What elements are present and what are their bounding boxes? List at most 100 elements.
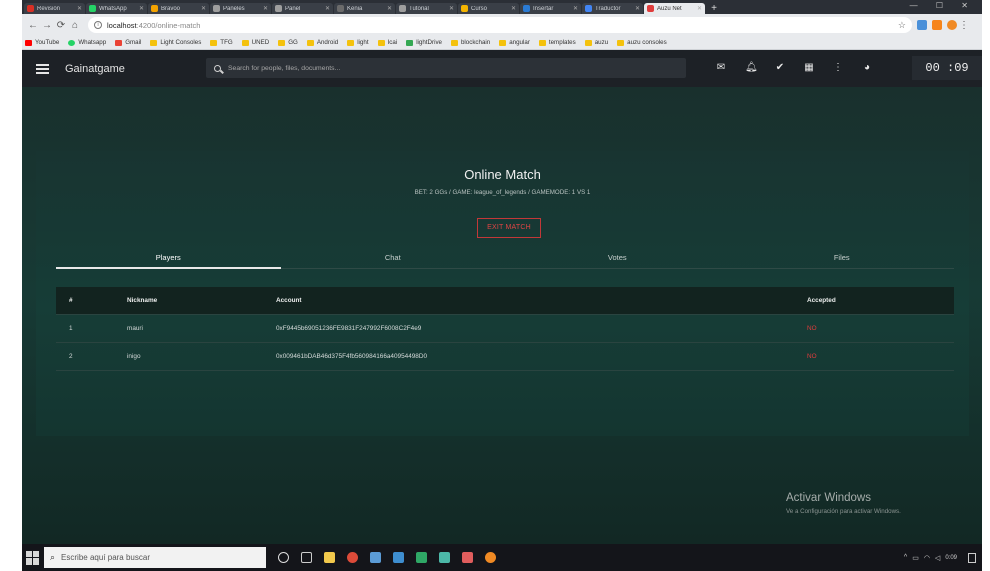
bookmark-folder[interactable]: auzu — [584, 39, 609, 46]
tab-label: WhatsApp — [99, 5, 127, 12]
back-arrow-icon[interactable]: ← — [26, 20, 40, 31]
search-input[interactable] — [228, 64, 648, 72]
browser-tab-active[interactable]: Auzu Net ✕ — [644, 3, 705, 14]
app-icon[interactable] — [416, 552, 427, 563]
bookmark-folder[interactable]: angular — [499, 39, 530, 46]
tab-close-icon[interactable]: ✕ — [77, 5, 82, 12]
tab-chat[interactable]: Chat — [281, 248, 506, 268]
browser-tab[interactable]: Tutorial ✕ — [396, 3, 457, 14]
bookmark-item[interactable]: YouTube — [25, 39, 59, 46]
column-header: Nickname — [127, 297, 158, 304]
bookmark-folder[interactable]: auzu consoles — [617, 39, 667, 46]
app-icon[interactable] — [393, 552, 404, 563]
browser-tab[interactable]: Kenia ✕ — [334, 3, 395, 14]
app-title[interactable]: Gainatgame — [65, 63, 125, 75]
app-icon[interactable] — [439, 552, 450, 563]
bookmark-item[interactable]: Gmail — [115, 39, 141, 46]
main-content: Online Match BET: 2 GGs / GAME: league_o… — [22, 87, 982, 544]
app-icon[interactable] — [370, 552, 381, 563]
firefox-icon[interactable] — [485, 552, 496, 563]
tab-close-icon[interactable]: ✕ — [201, 5, 206, 12]
palette-icon[interactable]: ◕ — [861, 62, 873, 74]
folder-icon — [210, 39, 218, 46]
bookmark-label: templates — [548, 39, 576, 46]
bookmark-label: lightDrive — [416, 39, 442, 46]
profile-avatar-icon[interactable] — [947, 20, 957, 30]
notification-icon[interactable] — [968, 552, 976, 563]
bookmark-folder[interactable]: templates — [538, 39, 576, 46]
volume-icon[interactable]: ◁ — [935, 554, 940, 562]
tab-close-icon[interactable]: ✕ — [449, 5, 454, 12]
grid-icon[interactable]: ▦ — [803, 62, 815, 74]
tab-favicon-icon — [647, 5, 654, 12]
system-clock[interactable]: 0:09 — [945, 554, 957, 562]
browser-tab[interactable]: Revisión ✕ — [24, 3, 85, 14]
tab-close-icon[interactable]: ✕ — [697, 5, 702, 12]
folder-icon — [347, 39, 355, 46]
taskbar-search[interactable]: ⌕ Escribe aquí para buscar — [44, 547, 266, 568]
tab-favicon-icon — [337, 5, 344, 12]
bookmark-folder[interactable]: TFG — [210, 39, 233, 46]
tab-close-icon[interactable]: ✕ — [139, 5, 144, 12]
tab-players[interactable]: Players — [56, 248, 281, 269]
search-bar[interactable] — [206, 58, 686, 78]
bookmark-folder[interactable]: Light Consoles — [150, 39, 201, 46]
app-icon[interactable] — [462, 552, 473, 563]
browser-tab[interactable]: Paneles ✕ — [210, 3, 271, 14]
bookmark-folder[interactable]: GG — [278, 39, 298, 46]
reload-icon[interactable]: ⟳ — [54, 20, 68, 31]
wifi-icon[interactable]: ◠ — [924, 554, 930, 562]
hamburger-menu-icon[interactable] — [36, 63, 49, 74]
tab-close-icon[interactable]: ✕ — [387, 5, 392, 12]
accepted-status: NO — [807, 325, 817, 332]
browser-tab[interactable]: Bravoo ✕ — [148, 3, 209, 14]
folder-icon — [150, 39, 158, 46]
home-icon[interactable]: ⌂ — [68, 20, 82, 31]
bookmark-folder[interactable]: blockchain — [450, 39, 490, 46]
bookmark-folder[interactable]: light — [347, 39, 369, 46]
tab-files[interactable]: Files — [730, 248, 955, 268]
tab-votes[interactable]: Votes — [505, 248, 730, 268]
table-row: 2 inigo 0x009461bDAB46d375F4fb560984166a… — [56, 343, 954, 371]
bookmark-item[interactable]: lightDrive — [406, 39, 442, 46]
mail-icon[interactable]: ✉ — [715, 62, 727, 74]
tab-close-icon[interactable]: ✕ — [573, 5, 578, 12]
chrome-icon[interactable] — [347, 552, 358, 563]
window-controls[interactable]: — ☐ ✕ — [910, 1, 976, 10]
bell-icon[interactable]: 🔔︎ — [745, 62, 758, 74]
site-info-icon[interactable]: i — [94, 21, 102, 29]
file-explorer-icon[interactable] — [324, 552, 335, 563]
task-view-icon[interactable] — [301, 552, 312, 563]
extension-metamask-icon[interactable] — [932, 20, 942, 30]
bookmark-star-icon[interactable]: ☆ — [898, 20, 906, 31]
bookmark-folder[interactable]: UNED — [241, 39, 269, 46]
address-bar[interactable]: i localhost:4200/online-match ☆ — [88, 17, 912, 33]
windows-start-icon[interactable] — [26, 550, 40, 565]
extension-translate-icon[interactable] — [917, 20, 927, 30]
browser-tab[interactable]: WhatsApp ✕ — [86, 3, 147, 14]
browser-menu-icon[interactable]: ⋮ — [957, 20, 971, 31]
exit-match-button[interactable]: EXIT MATCH — [477, 218, 541, 238]
browser-tab[interactable]: Curso ✕ — [458, 3, 519, 14]
forward-arrow-icon[interactable]: → — [40, 20, 54, 31]
bookmark-folder[interactable]: Android — [306, 39, 338, 46]
bookmark-label: auzu — [594, 39, 609, 46]
youtube-icon — [25, 39, 32, 46]
network-icon[interactable]: ▭ — [912, 554, 919, 562]
browser-tab[interactable]: Insertar ✕ — [520, 3, 581, 14]
chevron-up-icon[interactable]: ^ — [904, 554, 907, 561]
tab-close-icon[interactable]: ✕ — [325, 5, 330, 12]
online-match-card: Online Match BET: 2 GGs / GAME: league_o… — [36, 151, 969, 436]
bookmark-folder[interactable]: Icai — [377, 39, 397, 46]
bookmark-item[interactable]: Whatsapp — [68, 39, 106, 46]
check-circle-icon[interactable]: ✔ — [774, 62, 786, 74]
tab-close-icon[interactable]: ✕ — [511, 5, 516, 12]
cortana-icon[interactable] — [278, 552, 289, 563]
browser-tab[interactable]: Panel ✕ — [272, 3, 333, 14]
activation-title: Activar Windows — [786, 492, 871, 504]
tab-close-icon[interactable]: ✕ — [635, 5, 640, 12]
more-vert-icon[interactable]: ⋮ — [832, 62, 844, 74]
browser-tab[interactable]: Traductor ✕ — [582, 3, 643, 14]
new-tab-button[interactable]: + — [708, 3, 720, 14]
tab-close-icon[interactable]: ✕ — [263, 5, 268, 12]
